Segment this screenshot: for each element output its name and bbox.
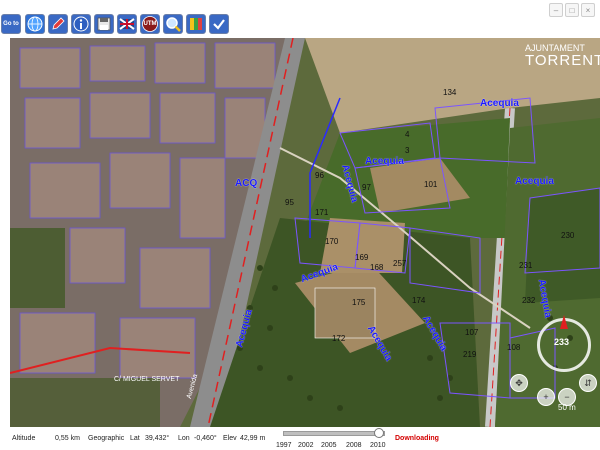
parcel-number: 174 — [412, 296, 426, 305]
info-icon — [73, 16, 89, 32]
close-button[interactable]: × — [581, 3, 595, 17]
uk-flag-icon — [119, 18, 135, 30]
elevation-label: Elev — [223, 435, 237, 442]
slider-thumb[interactable] — [374, 428, 384, 438]
satellite-imagery — [10, 38, 600, 427]
year-tick: 1997 — [276, 442, 292, 449]
goto-button[interactable]: Go to — [1, 14, 21, 34]
globe-button[interactable] — [25, 14, 45, 34]
confirm-button[interactable] — [209, 14, 229, 34]
save-icon — [97, 17, 111, 31]
parcel-number: 219 — [463, 350, 477, 359]
globe-icon — [27, 16, 43, 32]
parcel-number: 175 — [352, 298, 366, 307]
maximize-button[interactable]: □ — [565, 3, 579, 17]
parcel-number: 134 — [443, 88, 457, 97]
save-button[interactable] — [94, 14, 114, 34]
parcel-number: 169 — [355, 253, 369, 262]
status-bar: Altitude 0,55 km Geographic Lat 39,432° … — [0, 427, 600, 450]
acq-label: ACQ — [235, 178, 258, 189]
map-view[interactable]: AJUNTAMENT TORRENT Acequia Acequia Acequ… — [10, 38, 600, 427]
latitude-label: Lat — [130, 435, 140, 442]
acequia-label: Acequia — [515, 176, 554, 187]
parcel-number: 257 — [393, 259, 407, 268]
year-tick: 2010 — [370, 442, 386, 449]
search-icon — [166, 17, 181, 32]
acequia-label: Acequia — [480, 98, 519, 109]
parcel-number: 4 — [405, 130, 410, 139]
scale-label: 50 m — [558, 403, 576, 412]
utm-button[interactable]: UTM — [140, 14, 160, 34]
parcel-number: 101 — [424, 180, 438, 189]
longitude-value: -0,460° — [194, 435, 217, 442]
year-tick: 2005 — [321, 442, 337, 449]
municipality-logo: AJUNTAMENT TORRENT — [525, 43, 600, 69]
acequia-label: Acequia — [365, 156, 404, 167]
tilt-control[interactable]: ⇵ — [579, 374, 597, 392]
longitude-label: Lon — [178, 435, 190, 442]
coordinate-system-label: Geographic — [88, 435, 125, 442]
zoom-in-button[interactable]: + — [537, 388, 555, 406]
parcel-number: 3 — [405, 146, 410, 155]
search-button[interactable] — [163, 14, 183, 34]
street-label: C/ MIGUEL SERVET — [114, 376, 180, 383]
parcel-number: 171 — [315, 208, 329, 217]
utm-label: UTM — [143, 21, 157, 27]
altitude-value: 0,55 km — [55, 435, 80, 442]
parcel-number: 231 — [519, 261, 533, 270]
pencil-icon — [52, 17, 65, 30]
draw-button[interactable] — [48, 14, 68, 34]
parcel-number: 95 — [285, 198, 294, 207]
minimize-button[interactable]: – — [549, 3, 563, 17]
layers-icon — [190, 18, 202, 30]
parcel-number: 230 — [561, 231, 575, 240]
parcel-number: 232 — [522, 296, 536, 305]
parcel-number: 107 — [465, 328, 479, 337]
download-status: Downloading — [395, 435, 439, 442]
heading-readout: 233 — [554, 337, 570, 347]
checkmark-icon — [213, 19, 225, 30]
info-button[interactable] — [71, 14, 91, 34]
historical-imagery-slider[interactable] — [283, 431, 385, 436]
parcel-number: 96 — [315, 171, 324, 180]
parcel-number: 108 — [507, 343, 521, 352]
elevation-value: 42,99 m — [240, 435, 266, 442]
toolbar: Go to UTM – □ × — [0, 0, 600, 38]
year-tick: 2002 — [298, 442, 314, 449]
layers-button[interactable] — [186, 14, 206, 34]
language-button[interactable] — [117, 14, 137, 34]
pan-control[interactable]: ✥ — [510, 374, 528, 392]
parcel-number: 172 — [332, 334, 346, 343]
altitude-label: Altitude — [12, 435, 36, 442]
year-tick: 2008 — [346, 442, 362, 449]
latitude-value: 39,432° — [145, 435, 170, 442]
parcel-number: 168 — [370, 263, 384, 272]
parcel-number: 170 — [325, 237, 339, 246]
compass-control[interactable]: 233 — [537, 315, 591, 372]
parcel-number: 97 — [362, 183, 371, 192]
